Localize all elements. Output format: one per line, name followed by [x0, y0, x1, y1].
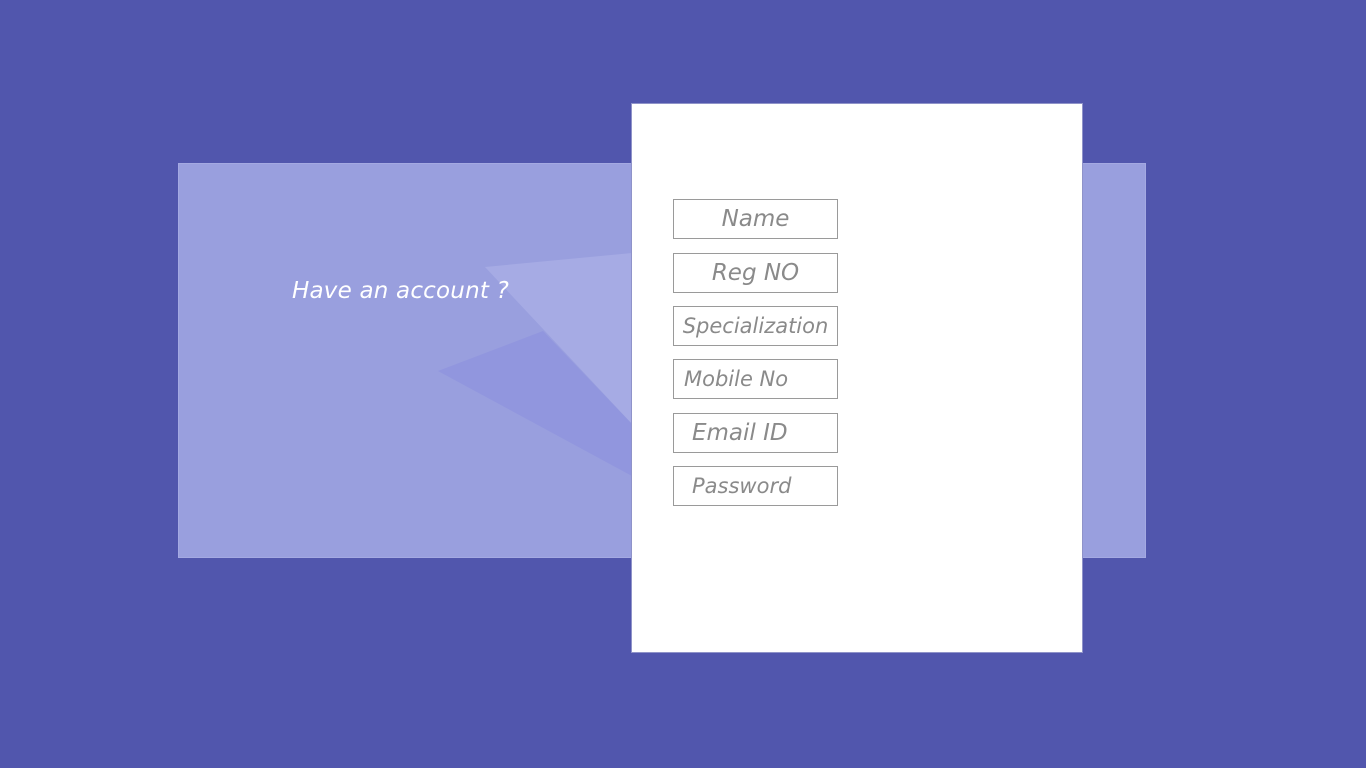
have-account-link[interactable]: Have an account ?: [292, 278, 509, 304]
mobile-no-input[interactable]: [673, 359, 838, 399]
password-input[interactable]: [673, 466, 838, 506]
signup-form-card: [631, 103, 1083, 653]
name-input[interactable]: [673, 199, 838, 239]
email-id-input[interactable]: [673, 413, 838, 453]
reg-no-input[interactable]: [673, 253, 838, 293]
specialization-input[interactable]: [673, 306, 838, 346]
